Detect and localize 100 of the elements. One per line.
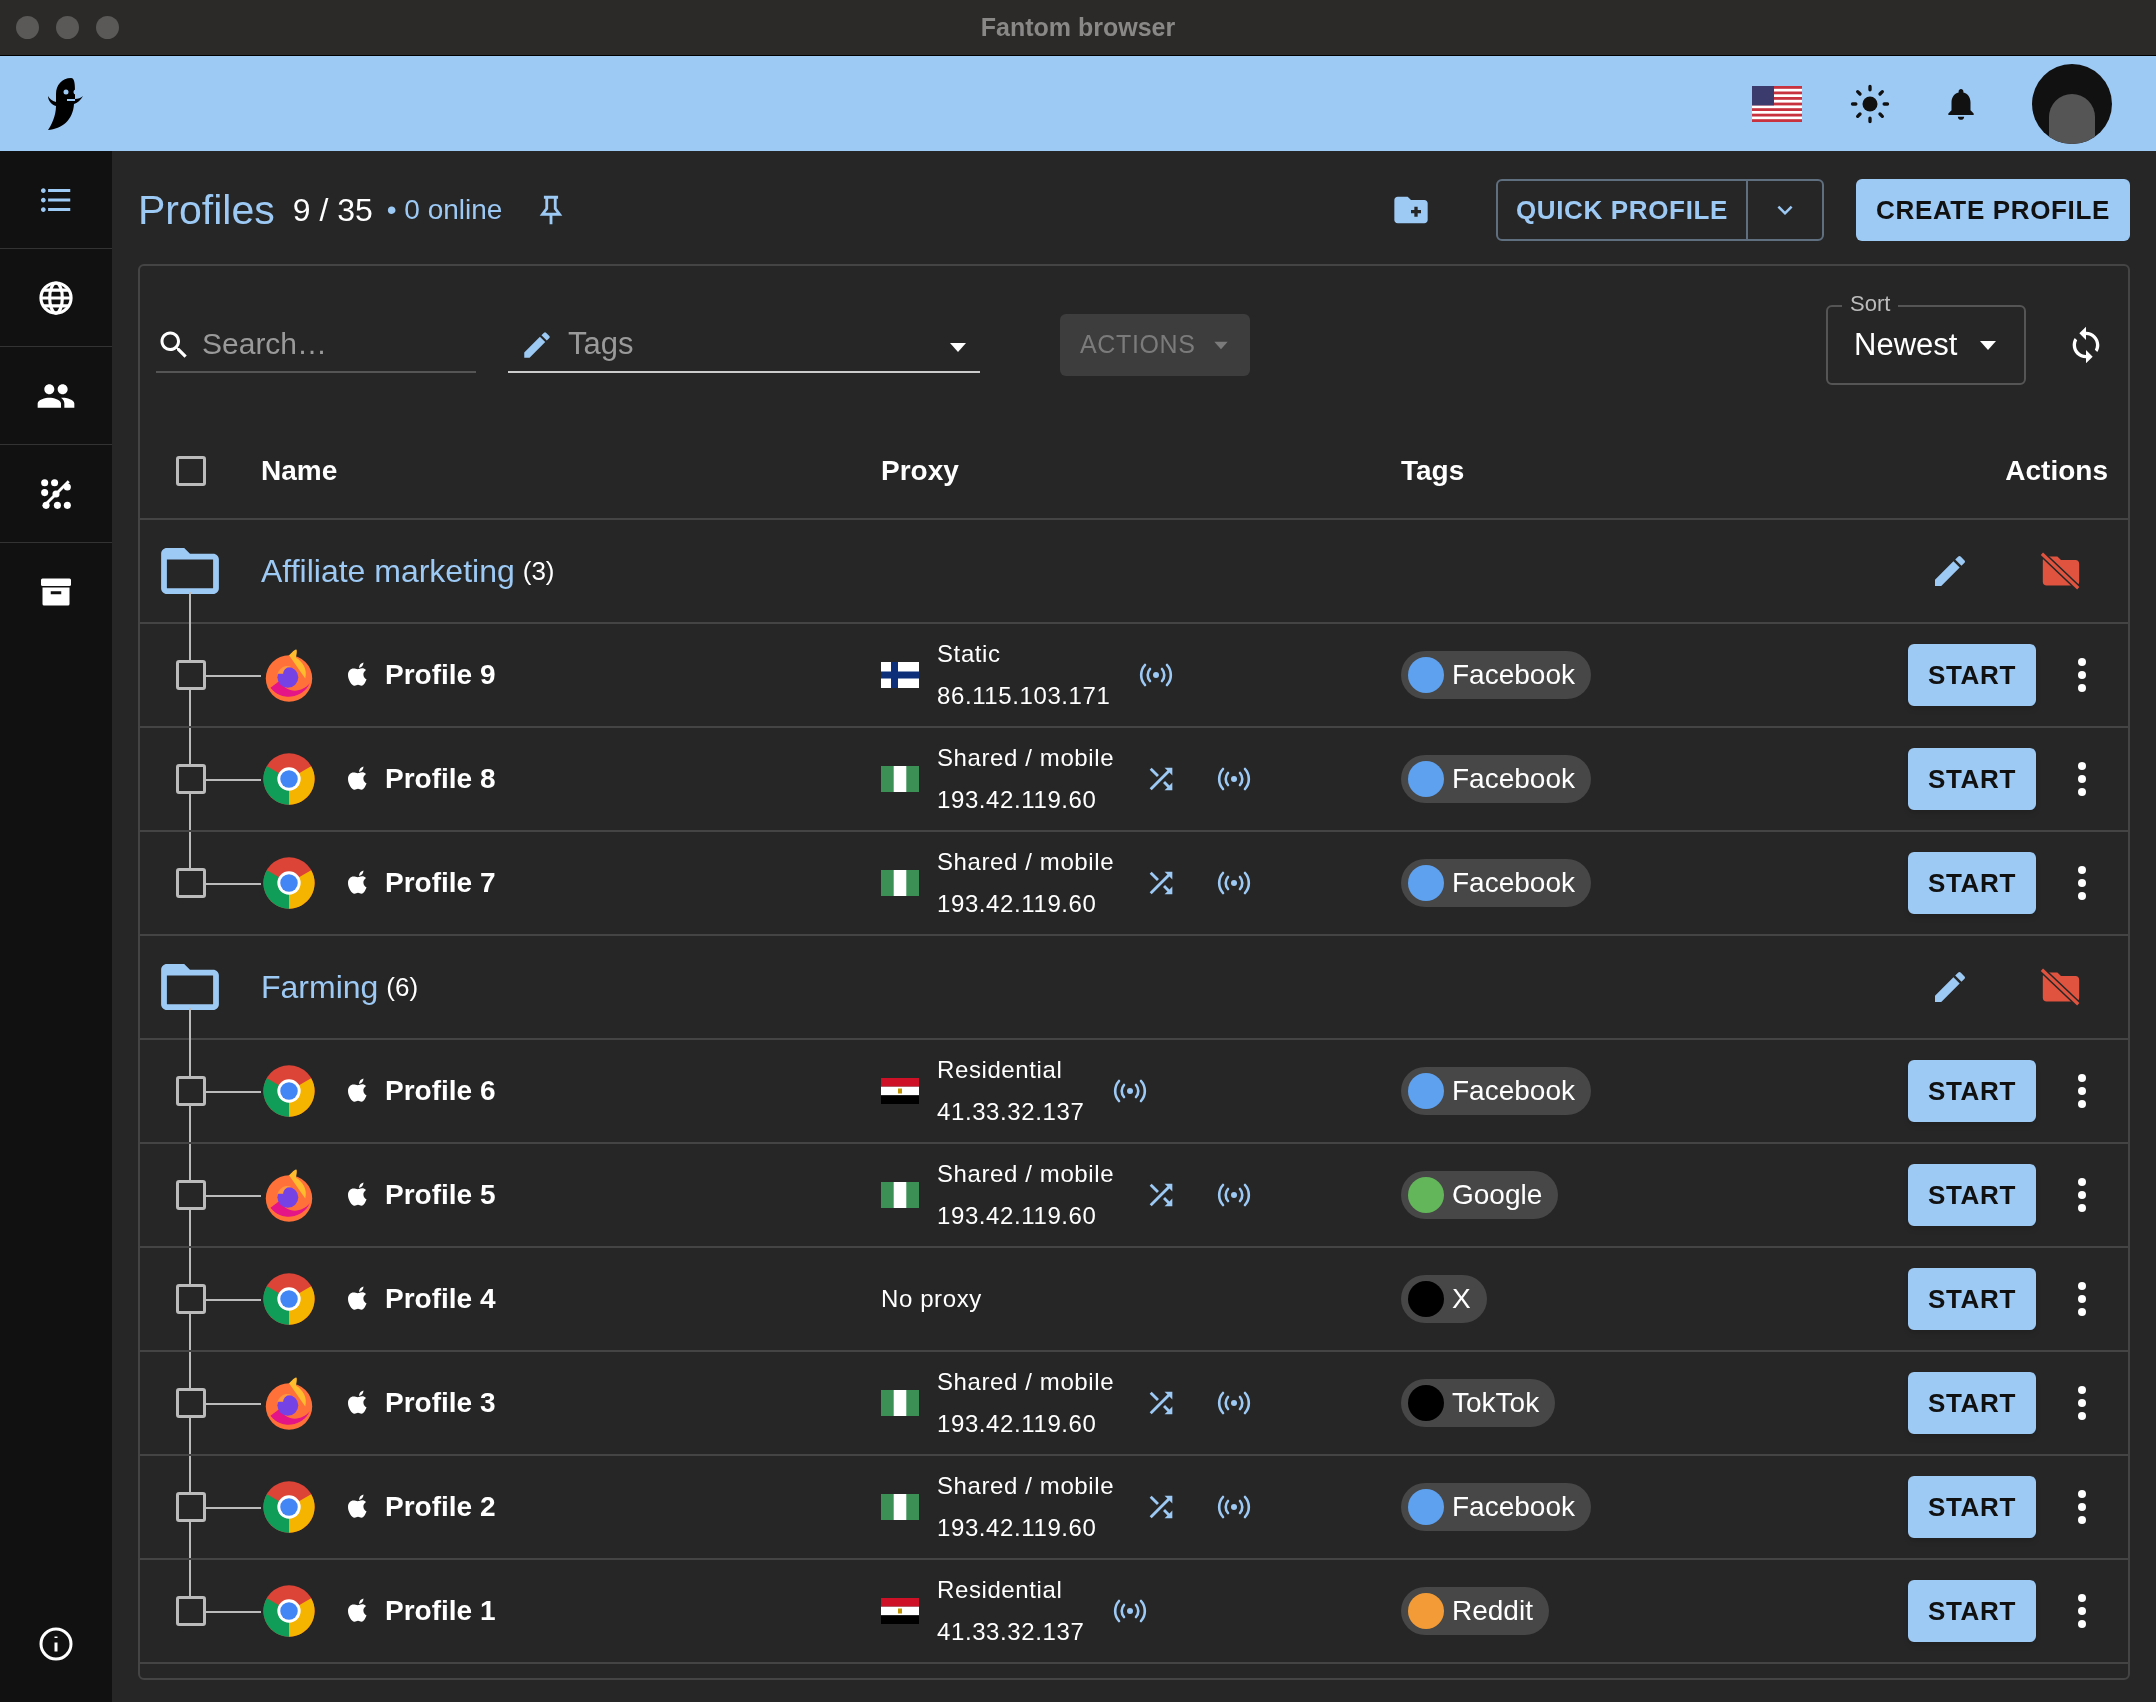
signal-icon[interactable]	[1138, 663, 1175, 687]
signal-icon[interactable]	[1112, 1079, 1149, 1103]
proxy-type: Shared / mobile	[937, 1471, 1115, 1501]
proxy-address: 193.42.119.60	[937, 889, 1098, 919]
flag-icon	[881, 1598, 919, 1624]
profile-name[interactable]: Profile 4	[385, 1278, 496, 1320]
more-icon[interactable]	[2076, 1385, 2088, 1421]
flag-icon	[881, 766, 919, 792]
profile-name[interactable]: Profile 7	[385, 862, 496, 904]
sun-icon[interactable]	[1850, 83, 1890, 124]
proxy-type: Static	[937, 639, 1002, 669]
flag-icon	[881, 662, 919, 688]
group-name[interactable]: Farming	[261, 963, 379, 1011]
more-icon[interactable]	[2076, 761, 2088, 797]
tag-chip[interactable]: Facebook	[1401, 859, 1591, 907]
start-button[interactable]: START	[1908, 1372, 2036, 1434]
proxy-address: 193.42.119.60	[937, 1201, 1098, 1231]
profile-name[interactable]: Profile 9	[385, 654, 496, 696]
signal-icon[interactable]	[1216, 1495, 1253, 1519]
proxy-address: 41.33.32.137	[937, 1617, 1085, 1647]
create-profile-button[interactable]: CREATE PROFILE	[1856, 179, 2130, 241]
profile-count: 9 / 35	[292, 194, 373, 226]
tag-chip[interactable]: TokTok	[1401, 1379, 1556, 1427]
more-icon[interactable]	[2076, 865, 2088, 901]
globe-icon[interactable]	[37, 278, 75, 317]
proxy-type: Shared / mobile	[937, 847, 1115, 877]
checkbox[interactable]	[176, 1388, 206, 1418]
flag-icon[interactable]	[1752, 85, 1802, 122]
folder-icon[interactable]	[160, 545, 220, 597]
signal-icon[interactable]	[1216, 767, 1253, 791]
proxy-address: 193.42.119.60	[937, 1409, 1098, 1439]
checkbox[interactable]	[176, 1492, 206, 1522]
proxy-type: Residential	[937, 1055, 1064, 1085]
column-header: Proxy	[881, 455, 959, 486]
column-header: Tags	[1401, 455, 1465, 486]
start-button[interactable]: START	[1908, 1268, 2036, 1330]
browser-icon	[261, 1271, 317, 1327]
signal-icon[interactable]	[1112, 1599, 1149, 1623]
group-name[interactable]: Affiliate marketing	[261, 547, 515, 595]
profile-name[interactable]: Profile 8	[385, 758, 496, 800]
proxy-address: 86.115.103.171	[937, 681, 1111, 711]
signal-icon[interactable]	[1216, 871, 1253, 895]
scatter-dots-icon[interactable]	[39, 476, 73, 511]
tag-chip[interactable]: Reddit	[1401, 1587, 1549, 1635]
checkbox[interactable]	[176, 1076, 206, 1106]
window-title: Fantom browser	[980, 12, 1176, 41]
start-button[interactable]: START	[1908, 1164, 2036, 1226]
checkbox[interactable]	[176, 764, 206, 794]
checkbox[interactable]	[176, 660, 206, 690]
start-button[interactable]: START	[1908, 748, 2036, 810]
profile-name[interactable]: Profile 1	[385, 1590, 496, 1632]
column-header: Name	[261, 455, 338, 486]
checkbox[interactable]	[176, 456, 206, 486]
page-title: Profiles	[138, 189, 275, 231]
checkbox[interactable]	[176, 868, 206, 898]
tag-chip[interactable]: Facebook	[1401, 1483, 1591, 1531]
tag-chip[interactable]: Facebook	[1401, 755, 1591, 803]
info-icon[interactable]	[38, 1626, 74, 1662]
browser-icon	[261, 1063, 317, 1119]
start-button[interactable]: START	[1908, 1476, 2036, 1538]
more-icon[interactable]	[2076, 1073, 2088, 1109]
dropdown-arrow-icon	[1978, 339, 1998, 351]
checkbox[interactable]	[176, 1284, 206, 1314]
flag-icon	[881, 870, 919, 896]
signal-icon[interactable]	[1216, 1183, 1253, 1207]
proxy-type: No proxy	[881, 1284, 982, 1314]
browser-icon	[261, 751, 317, 807]
proxy-address: 193.42.119.60	[937, 785, 1098, 815]
start-button[interactable]: START	[1908, 1580, 2036, 1642]
proxy-type: Residential	[937, 1575, 1064, 1605]
flag-icon	[881, 1182, 919, 1208]
proxy-type: Shared / mobile	[937, 743, 1115, 773]
more-icon[interactable]	[2076, 1177, 2088, 1213]
proxy-type: Shared / mobile	[937, 1367, 1115, 1397]
checkbox[interactable]	[176, 1596, 206, 1626]
profile-name[interactable]: Profile 2	[385, 1486, 496, 1528]
start-button[interactable]: START	[1908, 1060, 2036, 1122]
more-icon[interactable]	[2076, 1593, 2088, 1629]
tag-chip[interactable]: Google	[1401, 1171, 1559, 1219]
more-icon[interactable]	[2076, 657, 2088, 693]
group-count: (3)	[522, 554, 555, 588]
browser-icon	[261, 1479, 317, 1535]
tag-chip[interactable]: Facebook	[1401, 1067, 1591, 1115]
folder-icon[interactable]	[160, 961, 220, 1013]
group-count: (6)	[386, 970, 419, 1004]
start-button[interactable]: START	[1908, 644, 2036, 706]
profile-name[interactable]: Profile 5	[385, 1174, 496, 1216]
online-count: • 0 online	[386, 196, 503, 224]
start-button[interactable]: START	[1908, 852, 2036, 914]
checkbox[interactable]	[176, 1180, 206, 1210]
more-icon[interactable]	[2076, 1281, 2088, 1317]
proxy-address: 41.33.32.137	[937, 1097, 1085, 1127]
flag-icon	[881, 1494, 919, 1520]
tag-chip[interactable]: X	[1401, 1275, 1487, 1323]
dropdown-arrow-icon	[948, 341, 968, 353]
signal-icon[interactable]	[1216, 1391, 1253, 1415]
more-icon[interactable]	[2076, 1489, 2088, 1525]
profile-name[interactable]: Profile 6	[385, 1070, 496, 1112]
tag-chip[interactable]: Facebook	[1401, 651, 1591, 699]
profile-name[interactable]: Profile 3	[385, 1382, 496, 1424]
